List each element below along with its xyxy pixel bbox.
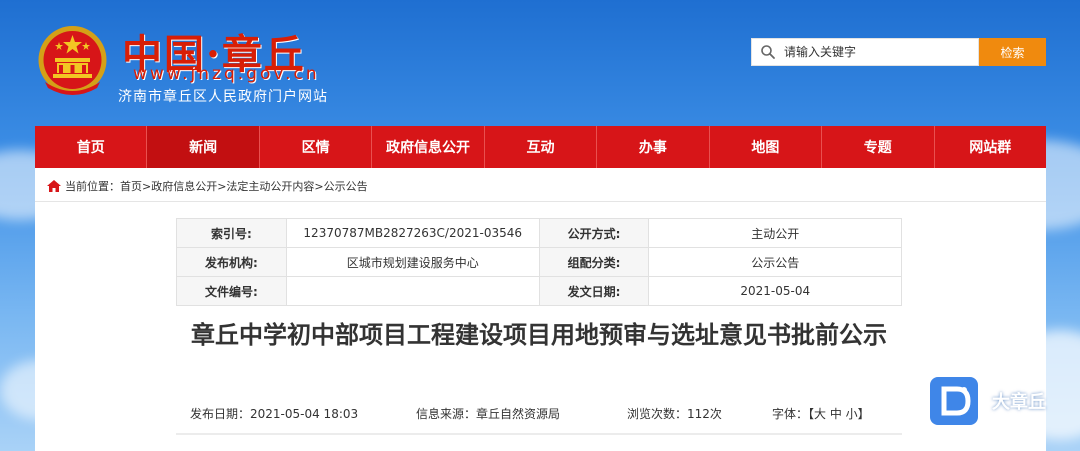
table-row: 索引号: 12370787MB2827263C/2021-03546 公开方式:… (176, 218, 902, 248)
publish-date: 发布日期：2021-05-04 18:03 (190, 407, 359, 421)
watermark: 大章丘 (930, 377, 1046, 425)
watermark-text: 大章丘 (992, 392, 1046, 413)
home-icon (47, 180, 61, 192)
category-value: 公示公告 (648, 247, 902, 277)
nav-item-gov-info-disclosure[interactable]: 政府信息公开 (372, 126, 485, 168)
search-button[interactable]: 检索 (979, 38, 1046, 66)
divider (176, 433, 902, 435)
breadcrumb: 当前位置：首页>政府信息公开>法定主动公开内容>公示公告 (47, 178, 368, 194)
nav-item-news[interactable]: 新闻 (147, 126, 260, 168)
issue-date-value: 2021-05-04 (648, 276, 902, 306)
article-title: 章丘中学初中部项目工程建设项目用地预审与选址意见书批前公示 (191, 321, 887, 349)
open-method-value: 主动公开 (648, 218, 902, 248)
open-method-label: 公开方式: (538, 218, 650, 248)
info-source: 信息来源：章丘自然资源局 (416, 407, 561, 421)
font-size-control[interactable]: 字体：【大 中 小】 (772, 405, 870, 422)
view-count: 浏览次数：112次 (627, 407, 722, 421)
nav-item-topics[interactable]: 专题 (822, 126, 935, 168)
publisher-value: 区城市规划建设服务中心 (285, 247, 540, 277)
nav-item-home[interactable]: 首页 (35, 126, 148, 168)
divider (35, 201, 1046, 202)
search-input[interactable] (784, 45, 964, 59)
nav-item-site-group[interactable]: 网站群 (935, 126, 1046, 168)
nav-item-district-info[interactable]: 区情 (260, 126, 373, 168)
search-icon (761, 45, 775, 59)
doc-number-value (285, 276, 540, 306)
publisher-label: 发布机构: (176, 247, 287, 277)
dazhangqiu-logo-icon (930, 377, 978, 425)
table-row: 文件编号: 发文日期: 2021-05-04 (176, 276, 902, 306)
main-nav: 首页 新闻 区情 政府信息公开 互动 办事 地图 专题 网站群 (35, 126, 1046, 168)
site-url: www.jnzq.gov.cn (133, 64, 320, 84)
index-value: 12370787MB2827263C/2021-03546 (285, 218, 540, 248)
site-header: 中国·章丘 www.jnzq.gov.cn 济南市章丘区人民政府门户网站 检索 (0, 0, 1080, 125)
category-label: 组配分类: (538, 247, 650, 277)
national-emblem-icon (38, 26, 107, 95)
table-row: 发布机构: 区城市规划建设服务中心 组配分类: 公示公告 (176, 247, 902, 277)
nav-item-interaction[interactable]: 互动 (485, 126, 598, 168)
issue-date-label: 发文日期: (538, 276, 650, 306)
metadata-table: 索引号: 12370787MB2827263C/2021-03546 公开方式:… (176, 218, 902, 306)
content-panel: 当前位置：首页>政府信息公开>法定主动公开内容>公示公告 索引号: 123707… (35, 168, 1046, 451)
breadcrumb-text: 当前位置：首页>政府信息公开>法定主动公开内容>公示公告 (65, 180, 368, 193)
nav-item-services[interactable]: 办事 (597, 126, 710, 168)
nav-item-map[interactable]: 地图 (710, 126, 823, 168)
index-label: 索引号: (176, 218, 287, 248)
search-box (751, 38, 979, 66)
doc-number-label: 文件编号: (176, 276, 287, 306)
site-subtitle: 济南市章丘区人民政府门户网站 (118, 89, 328, 105)
